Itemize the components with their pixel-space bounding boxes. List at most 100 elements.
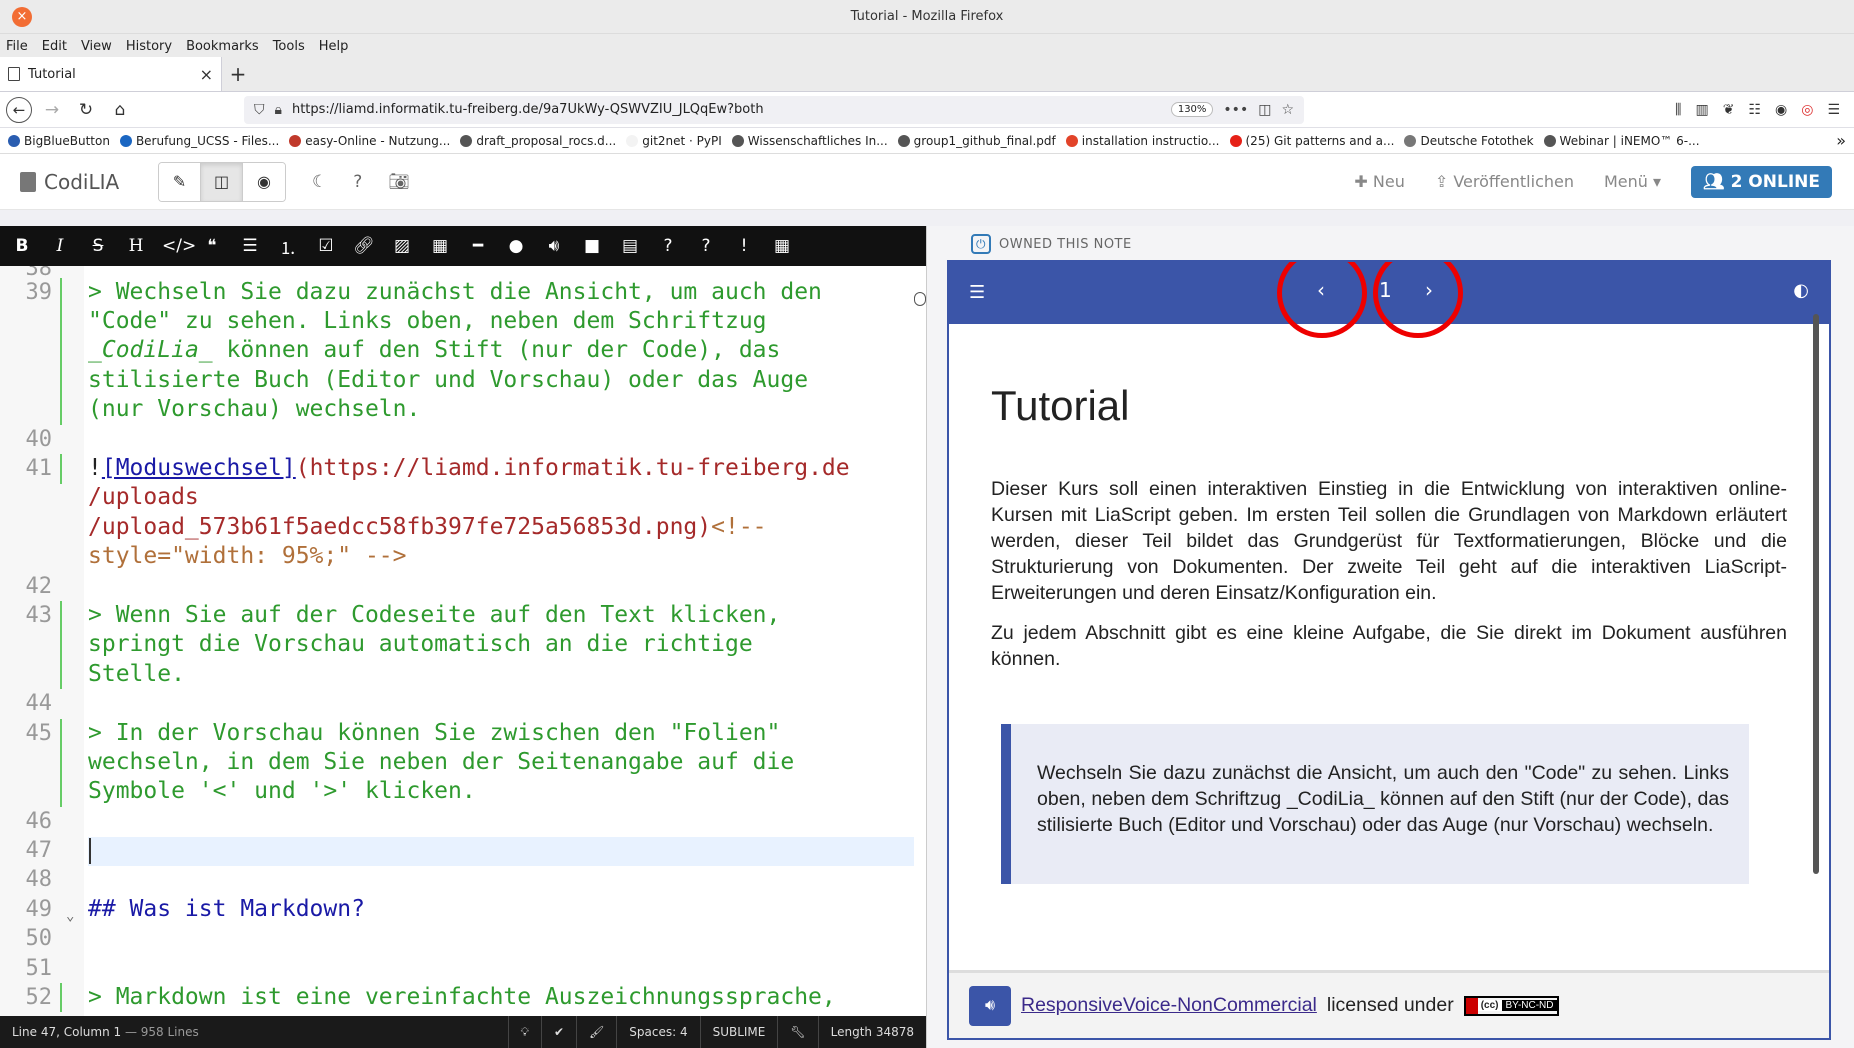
quote-icon[interactable]: ❝ xyxy=(200,236,224,256)
code-line[interactable]: (nur Vorschau) wechseln. xyxy=(88,395,420,424)
sidebar-icon[interactable]: ▥ xyxy=(1695,102,1708,118)
code-line[interactable]: /uploads xyxy=(88,483,199,512)
grid-table-icon[interactable]: ▦ xyxy=(770,236,794,256)
code-line[interactable]: ![Moduswechsel](https://liamd.informatik… xyxy=(88,454,850,483)
code-line[interactable]: _CodiLia_ können auf den Stift (nur der … xyxy=(88,336,780,365)
edit-mode-pencil-icon[interactable]: ✎ xyxy=(159,162,201,201)
bookmarks-overflow-icon[interactable]: » xyxy=(1836,131,1846,150)
exclamation-icon[interactable]: ! xyxy=(732,236,756,256)
unordered-list-icon[interactable]: ☰ xyxy=(238,236,262,256)
menu-edit[interactable]: Edit xyxy=(42,39,67,54)
checkmark-icon[interactable]: ✔ xyxy=(540,1016,576,1048)
tab-tutorial[interactable]: Tutorial × xyxy=(0,57,222,91)
code-line[interactable]: springt die Vorschau automatisch an die … xyxy=(88,630,753,659)
brush-icon[interactable]: 🖌︎ xyxy=(576,1016,616,1048)
home-button[interactable]: ⌂ xyxy=(106,96,134,124)
responsivevoice-link[interactable]: ResponsiveVoice-NonCommercial xyxy=(1021,994,1317,1017)
code-line[interactable]: > In der Vorschau können Sie zwischen de… xyxy=(88,719,780,748)
menu-help[interactable]: Help xyxy=(319,39,349,54)
calculator-icon[interactable]: ▤ xyxy=(618,236,642,256)
menu-tools[interactable]: Tools xyxy=(273,39,305,54)
code-line[interactable]: wechseln, in dem Sie neben der Seitenang… xyxy=(88,748,794,777)
code-line[interactable]: > Wenn Sie auf der Codeseite auf den Tex… xyxy=(88,601,780,630)
indent-spaces[interactable]: Spaces: 4 xyxy=(616,1016,699,1048)
table-icon[interactable]: ▦ xyxy=(428,236,452,256)
lock-icon[interactable]: 🔒︎ xyxy=(275,102,282,118)
bookmark-item[interactable]: Webinar | iNEMO™ 6-... xyxy=(1543,134,1700,148)
camera-icon[interactable]: 📷︎ xyxy=(388,172,410,192)
publish-button[interactable]: ⇪ Veröffentlichen xyxy=(1435,172,1574,191)
account-icon[interactable]: ◉ xyxy=(1775,102,1787,118)
bookmark-item[interactable]: draft_proposal_rocs.d... xyxy=(460,134,616,148)
fold-arrow-icon[interactable]: ⌄ xyxy=(66,902,74,931)
window-close-button[interactable]: × xyxy=(12,7,32,27)
editor-scroll-handle[interactable] xyxy=(914,292,926,306)
wrench-icon[interactable]: 🔧︎ xyxy=(777,1016,817,1048)
code-icon[interactable]: </> xyxy=(162,236,196,256)
hamburger-menu-icon[interactable]: ☰ xyxy=(1827,102,1840,118)
code-line[interactable]: "Code" zu sehen. Links oben, neben dem S… xyxy=(88,307,767,336)
bookmark-star-icon[interactable]: ☆ xyxy=(1281,102,1294,118)
bookmark-item[interactable]: git2net · PyPI xyxy=(626,134,722,148)
bookmark-item[interactable]: easy-Online - Nutzung... xyxy=(289,134,450,148)
comment-icon[interactable]: ● xyxy=(504,236,528,256)
video-icon[interactable]: ■ xyxy=(580,236,604,256)
audio-icon[interactable]: 🔊︎ xyxy=(542,236,566,256)
new-tab-button[interactable]: + xyxy=(222,57,254,91)
bookmark-item[interactable]: installation instructio... xyxy=(1065,134,1220,148)
code-line[interactable]: > Markdown ist eine vereinfachte Auszeic… xyxy=(88,983,836,1012)
keymap[interactable]: SUBLIME xyxy=(699,1016,778,1048)
code-line[interactable]: Symbole '<' und '>' klicken. xyxy=(88,777,476,806)
bookmark-item[interactable]: (25) Git patterns and a... xyxy=(1229,134,1394,148)
link-icon[interactable]: 🔗︎ xyxy=(352,236,376,256)
code-line[interactable]: > Wechseln Sie dazu zunächst die Ansicht… xyxy=(88,278,822,307)
forward-button[interactable]: → xyxy=(38,96,66,124)
bookmark-item[interactable]: group1_github_final.pdf xyxy=(897,134,1056,148)
more-actions-icon[interactable]: ••• xyxy=(1223,102,1248,118)
bookmark-item[interactable]: Wissenschaftliches In... xyxy=(731,134,888,148)
night-mode-moon-icon[interactable]: ☾ xyxy=(312,172,327,192)
extension-icon[interactable]: ❦ xyxy=(1723,102,1735,118)
heading-icon[interactable]: H xyxy=(124,236,148,256)
new-note-button[interactable]: ✚ Neu xyxy=(1354,172,1404,191)
menu-file[interactable]: File xyxy=(6,39,28,54)
url-bar[interactable]: ⛉ 🔒︎ https://liamd.informatik.tu-freiber… xyxy=(244,95,1304,124)
view-mode-eye-icon[interactable]: ◉ xyxy=(243,162,285,201)
code-line[interactable]: ## Was ist Markdown? xyxy=(88,895,365,924)
code-line[interactable]: /upload_573b61f5aedcc58fb397fe725a56853d… xyxy=(88,513,767,542)
extension-icon[interactable]: ☷ xyxy=(1748,102,1761,118)
menu-dropdown[interactable]: Menü ▾ xyxy=(1604,172,1661,191)
menu-history[interactable]: History xyxy=(126,39,172,54)
hearing-icon[interactable]: ◐ xyxy=(1793,280,1809,301)
zoom-badge[interactable]: 130% xyxy=(1170,102,1214,117)
menu-bookmarks[interactable]: Bookmarks xyxy=(186,39,259,54)
bold-icon[interactable]: B xyxy=(10,236,34,256)
italic-icon[interactable]: I xyxy=(48,236,72,256)
code-line[interactable]: Stelle. xyxy=(88,660,185,689)
image-icon[interactable]: ▨ xyxy=(390,236,414,256)
survey-question-icon[interactable]: ? xyxy=(694,236,718,256)
bookmark-item[interactable]: BigBlueButton xyxy=(8,134,110,148)
help-icon[interactable]: ? xyxy=(353,172,362,192)
lightbulb-icon[interactable]: 💡︎ xyxy=(507,1016,541,1048)
table-of-contents-icon[interactable]: ☰ xyxy=(969,282,985,303)
quiz-question-icon[interactable]: ? xyxy=(656,236,680,256)
app-brand[interactable]: CodiLIA xyxy=(20,170,150,194)
extension-icon[interactable]: ◎ xyxy=(1801,102,1813,118)
reload-button[interactable]: ↻ xyxy=(72,96,100,124)
checkbox-icon[interactable]: ☑ xyxy=(314,236,338,256)
url-text[interactable]: https://liamd.informatik.tu-freiberg.de/… xyxy=(292,102,1161,117)
horizontal-rule-icon[interactable]: ━ xyxy=(466,236,490,256)
preview-scrollbar[interactable] xyxy=(1813,314,1819,874)
library-icon[interactable]: ⫼ xyxy=(1675,102,1681,118)
code-line[interactable]: style="width: 95%;" --> xyxy=(88,542,407,571)
back-button[interactable]: ← xyxy=(6,96,32,123)
shield-icon[interactable]: ⛉ xyxy=(254,102,265,118)
code-line[interactable]: stilisierte Buch (Editor und Vorschau) o… xyxy=(88,366,808,395)
both-mode-columns-icon[interactable]: ◫ xyxy=(201,162,243,201)
speaker-icon[interactable]: 🔊︎ xyxy=(969,985,1011,1026)
code-area[interactable]: 38 39 40 41 42 43 44 45 46 47 48 49 50 51 52 ⌄ > Wechse… xyxy=(0,266,926,1016)
online-users-button[interactable]: 👥︎ 2 ONLINE xyxy=(1691,165,1832,198)
code-editor[interactable]: B I S H </> ❝ ☰ ⒈ ☑ 🔗︎ ▨ ▦ ━ ● 🔊︎ ■ ▤ ? … xyxy=(0,226,927,1048)
strikethrough-icon[interactable]: S xyxy=(86,236,110,256)
